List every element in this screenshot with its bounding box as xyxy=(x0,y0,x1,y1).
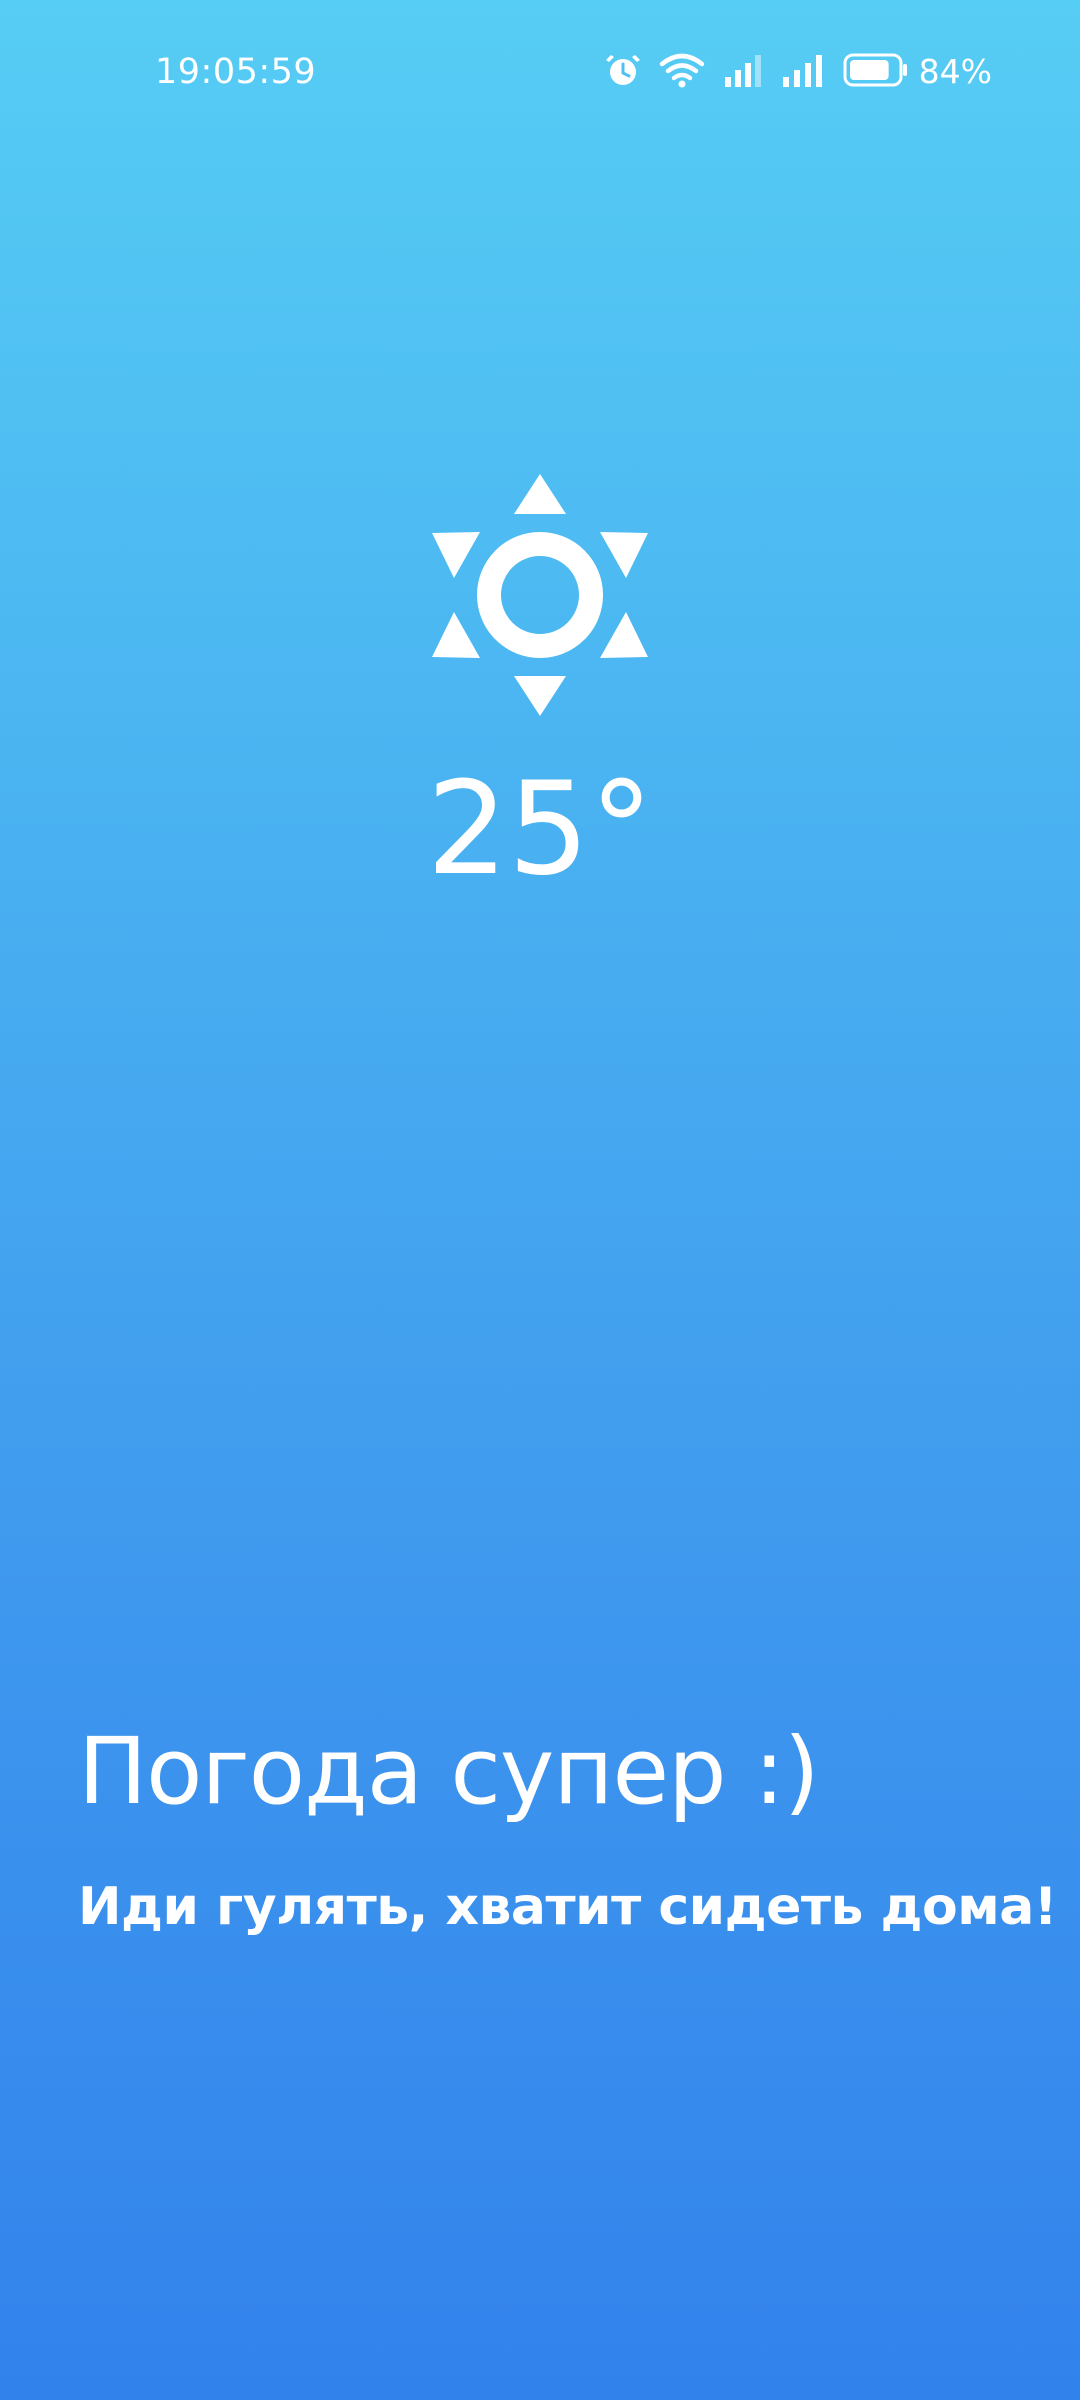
battery-percent: 84% xyxy=(918,52,992,91)
temperature: 25° xyxy=(426,755,654,904)
weather-headline: Погода супер :) xyxy=(78,1718,820,1825)
weather-message: Иди гулять, хватит сидеть дома! xyxy=(78,1877,1058,1937)
signal-icon xyxy=(781,53,825,91)
sun-icon xyxy=(432,470,648,720)
status-bar: 19:05:59 84% xyxy=(0,0,1080,140)
wifi-icon xyxy=(659,52,705,92)
status-time: 19:05:59 xyxy=(155,52,317,92)
battery-icon xyxy=(843,53,909,91)
signal-icon xyxy=(723,53,763,91)
alarm-icon xyxy=(605,51,641,93)
status-icons: 84% xyxy=(605,48,992,96)
